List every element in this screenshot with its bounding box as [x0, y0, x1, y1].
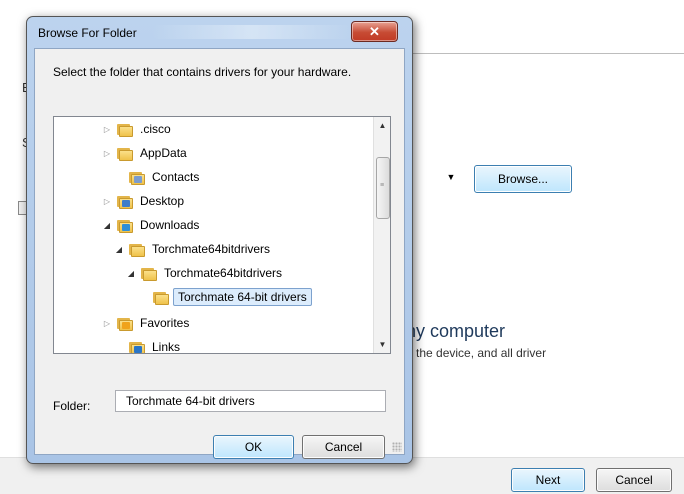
tree-item-label: Favorites — [140, 316, 190, 330]
wizard-cancel-button[interactable]: Cancel — [596, 468, 672, 492]
favorites-badge-icon — [122, 322, 130, 329]
links-badge-icon — [134, 346, 142, 353]
browse-button[interactable]: Browse... — [474, 165, 572, 193]
tree-item-favorites[interactable]: ▷ Favorites — [102, 313, 192, 333]
cancel-button[interactable]: Cancel — [302, 435, 385, 459]
tree-item-label: Downloads — [140, 218, 200, 232]
tree-item-downloads[interactable]: ◢ Downloads — [102, 215, 202, 235]
close-button[interactable]: ✕ — [351, 21, 398, 42]
dialog-title: Browse For Folder — [38, 26, 137, 40]
folder-icon — [116, 194, 133, 209]
tree-item-torchmate64bitdrivers[interactable]: ◢ Torchmate64bitdrivers — [126, 263, 285, 283]
pick-from-list-option-description: n the device, and all driver — [406, 346, 547, 360]
scroll-up-arrow-icon[interactable]: ▲ — [374, 117, 390, 134]
contacts-badge-icon — [134, 176, 142, 183]
resize-grip-icon[interactable] — [392, 442, 402, 452]
pick-from-list-option-title[interactable]: hy computer — [406, 321, 505, 342]
desktop-badge-icon — [122, 200, 130, 207]
folder-icon — [116, 218, 133, 233]
expand-arrow-icon[interactable]: ▷ — [102, 149, 112, 158]
folder-icon — [128, 242, 145, 257]
collapse-arrow-icon[interactable]: ◢ — [114, 245, 124, 254]
tree-item-label: Torchmate64bitdrivers — [152, 242, 271, 256]
scroll-thumb[interactable]: ≡ — [376, 157, 390, 219]
folder-field-label: Folder: — [53, 399, 91, 413]
folder-name-input[interactable] — [115, 390, 386, 412]
tree-item-cisco[interactable]: ▷ .cisco — [102, 119, 174, 139]
tree-item-torchmate64bitdrivers[interactable]: ◢ Torchmate64bitdrivers — [114, 239, 273, 259]
tree-item-label: Torchmate 64-bit drivers — [173, 288, 312, 306]
folder-icon — [140, 266, 157, 281]
tree-item-label: Desktop — [140, 194, 185, 208]
scroll-down-arrow-icon[interactable]: ▼ — [374, 336, 390, 353]
collapse-arrow-icon[interactable]: ◢ — [102, 221, 112, 230]
folder-icon — [116, 122, 133, 137]
tree-item-label: .cisco — [140, 122, 171, 136]
folder-icon — [128, 170, 145, 185]
tree-item-label: AppData — [140, 146, 187, 160]
path-combo-dropdown-icon[interactable]: ▼ — [440, 166, 462, 188]
grip-icon: ≡ — [380, 182, 385, 189]
tree-item-links[interactable]: Links — [114, 337, 183, 354]
tree-scrollbar[interactable]: ▲ ≡ ▼ — [373, 117, 390, 353]
folder-icon — [116, 316, 133, 331]
next-button[interactable]: Next — [511, 468, 585, 492]
tree-item-desktop[interactable]: ▷ Desktop — [102, 191, 187, 211]
folder-icon — [128, 340, 145, 353]
browse-for-folder-dialog: Browse For Folder ✕ Select the folder th… — [26, 16, 413, 464]
expand-arrow-icon[interactable]: ▷ — [102, 125, 112, 134]
close-icon: ✕ — [369, 23, 380, 39]
dialog-body: Select the folder that contains drivers … — [34, 48, 405, 459]
tree-item-label: Links — [152, 340, 181, 354]
collapse-arrow-icon[interactable]: ◢ — [126, 269, 136, 278]
downloads-badge-icon — [122, 224, 130, 231]
header-divider — [390, 53, 684, 54]
tree-item-label: Contacts — [152, 170, 200, 184]
tree-item-appdata[interactable]: ▷ AppData — [102, 143, 190, 163]
folder-icon — [116, 146, 133, 161]
tree-item-contacts[interactable]: Contacts — [114, 167, 202, 187]
title-bar-glass — [152, 25, 352, 39]
ok-button[interactable]: OK — [213, 435, 294, 459]
folder-tree[interactable]: ▷ .cisco ▷ AppData Contacts ▷ Desktop ◢ Download… — [53, 116, 391, 354]
expand-arrow-icon[interactable]: ▷ — [102, 319, 112, 328]
folder-icon — [152, 290, 169, 305]
tree-item-label: Torchmate64bitdrivers — [164, 266, 283, 280]
expand-arrow-icon[interactable]: ▷ — [102, 197, 112, 206]
dialog-instruction: Select the folder that contains drivers … — [53, 65, 352, 79]
tree-item-torchmate-64-bit-drivers[interactable]: Torchmate 64-bit drivers — [138, 287, 312, 307]
